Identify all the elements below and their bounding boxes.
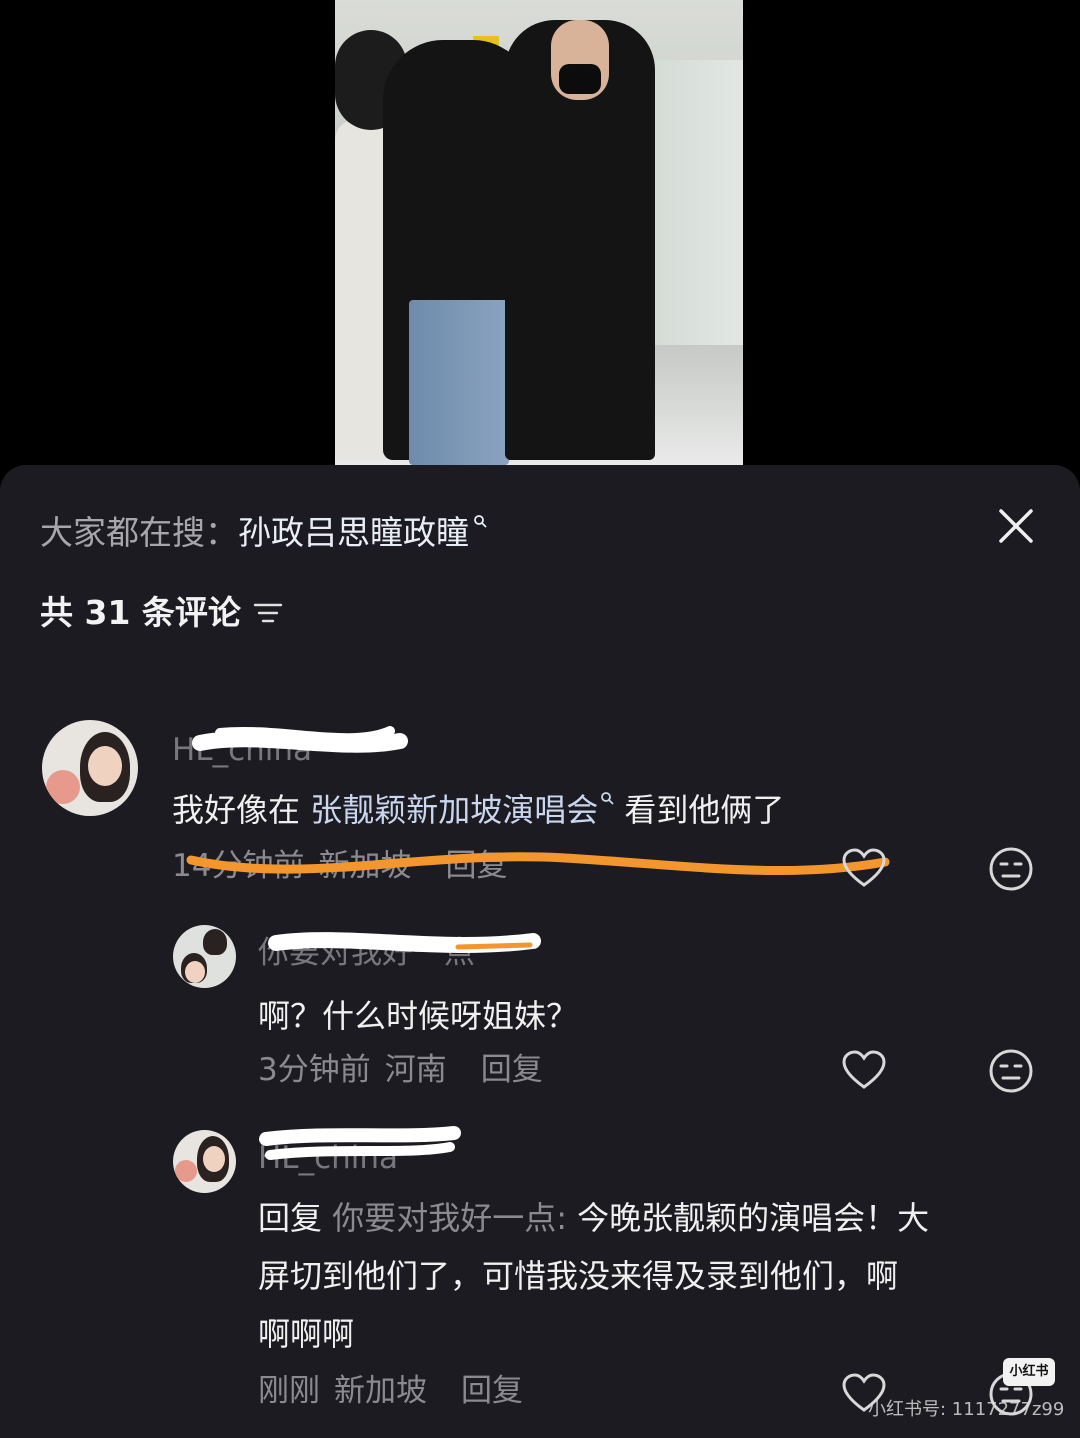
comment-text: 回复 你要对我好一点: 今晚张靓颖的演唱会！大 屏切到他们了，可惜我没来得及录到… — [258, 1189, 1048, 1363]
search-icon — [474, 515, 487, 528]
comment-time: 3分钟前 — [258, 1052, 371, 1088]
avatar-face — [185, 961, 205, 983]
watermark-logo: 小红书 — [1003, 1358, 1055, 1386]
trending-search-term[interactable]: 孙政吕思瞳政瞳 — [238, 510, 469, 556]
reply-button[interactable]: 回复 — [481, 1050, 543, 1090]
comment-time: 刚刚 — [258, 1373, 320, 1409]
video-person-black — [505, 20, 655, 460]
comment-username[interactable]: HL_china — [172, 730, 312, 770]
heart-icon[interactable] — [840, 845, 888, 893]
avatar-flower — [46, 770, 80, 804]
comment-location: 新加坡 — [318, 848, 412, 884]
comment-text-line3: 啊啊啊 — [258, 1315, 355, 1353]
avatar-face — [203, 1146, 225, 1172]
trending-search[interactable]: 大家都在搜： 孙政吕思瞳政瞳 — [40, 510, 487, 556]
comment-location: 新加坡 — [334, 1373, 427, 1409]
avatar-hair-second — [203, 929, 227, 955]
comment-text-line1: 今晚张靓颖的演唱会！大 — [577, 1199, 930, 1237]
comment-time: 14分钟前 — [172, 848, 305, 884]
meh-emoji-icon[interactable] — [987, 845, 1035, 893]
comment-meta: 3分钟前 河南 回复 — [258, 1050, 543, 1090]
comment-count-label: 共 31 条评论 — [40, 593, 241, 632]
avatar[interactable] — [42, 720, 138, 816]
comment-location: 河南 — [384, 1052, 447, 1088]
comment-username[interactable]: 你要对我好一点 — [258, 933, 475, 973]
comment-sheet: 大家都在搜： 孙政吕思瞳政瞳 共 31 条评论 HL_china 我好像在 张靓… — [0, 465, 1080, 1438]
reply-prefix: 回复 — [258, 1199, 333, 1237]
meh-emoji-icon[interactable] — [987, 1047, 1035, 1095]
close-icon[interactable] — [995, 505, 1037, 547]
reply-button[interactable]: 回复 — [461, 1371, 523, 1411]
comment-search-link[interactable]: 张靓颖新加坡演唱会 — [310, 791, 598, 829]
reply-target-username[interactable]: 你要对我好一点: — [332, 1199, 577, 1237]
avatar-flower — [175, 1160, 197, 1182]
video-person-mask — [559, 64, 601, 94]
avatar-face — [88, 746, 122, 786]
video-frame[interactable] — [335, 0, 743, 465]
comment-text: 我好像在 张靓颖新加坡演唱会 看到他俩了 — [172, 781, 784, 839]
sort-icon[interactable] — [253, 601, 283, 625]
comment-text: 啊？什么时候呀姐妹？ — [258, 997, 579, 1035]
video-person-left-white — [335, 120, 390, 460]
comment-text-line2: 屏切到他们了，可惜我没来得及录到他们，啊 — [258, 1257, 899, 1295]
heart-icon[interactable] — [840, 1047, 888, 1095]
reply-button[interactable]: 回复 — [445, 846, 507, 886]
comment-text-line: 回复 你要对我好一点: 今晚张靓颖的演唱会！大 — [258, 1189, 1048, 1247]
comment-meta: 14分钟前 新加坡 回复 — [172, 846, 507, 886]
search-icon — [601, 792, 614, 805]
video-person-jeans — [409, 300, 509, 465]
comment-text-before: 我好像在 — [172, 791, 311, 829]
watermark-text: 小红书号: 1117277z99 — [868, 1399, 1065, 1420]
comment-username[interactable]: HL_china — [258, 1138, 398, 1178]
trending-search-label: 大家都在搜： — [40, 513, 238, 552]
comment-count: 共 31 条评论 — [40, 590, 283, 636]
comment-meta: 刚刚 新加坡 回复 — [258, 1371, 523, 1411]
comment-text-after: 看到他俩了 — [614, 791, 785, 829]
avatar[interactable] — [173, 1130, 236, 1193]
avatar[interactable] — [173, 925, 236, 988]
